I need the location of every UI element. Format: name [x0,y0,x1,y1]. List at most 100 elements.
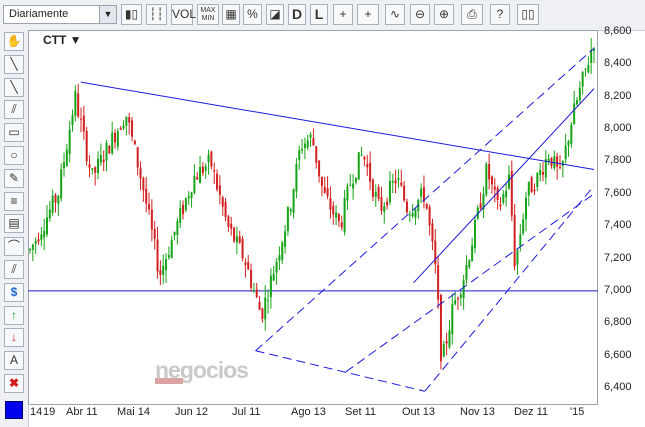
area-button[interactable]: ◪ [266,4,284,25]
candle-body [366,164,369,168]
color-swatch[interactable] [5,401,23,419]
candlestick-button[interactable]: ▮▯ [121,4,142,25]
candle-body [445,341,448,344]
candle-body [499,204,502,207]
text-tool-icon[interactable]: A [4,351,24,371]
chevron-down-icon[interactable]: ▼ [99,6,116,23]
candle-body [218,185,221,196]
candle-body [150,209,153,230]
grid-tool-icon[interactable]: ▤ [4,214,24,234]
print-button[interactable]: ⎙ [461,4,483,25]
percent-button[interactable]: % [243,4,262,25]
candle-body [153,229,156,239]
candle-body [431,223,434,242]
candle-body [411,213,414,217]
candle-body [136,147,139,168]
candle-body [575,100,578,105]
period-select[interactable]: Diariamente ▼ [3,5,117,24]
trendline-1 [255,47,595,352]
candle-body [77,93,80,117]
candle-body [587,65,590,73]
help-button[interactable]: ? [490,4,510,25]
ellipse-tool-icon[interactable]: ○ [4,146,24,165]
candle-body [578,87,581,101]
candle-body [269,275,272,297]
candle-body [63,162,66,169]
arc-tool-icon[interactable]: ⌒ [4,237,24,257]
candle-body [573,103,576,125]
candle-body [471,245,474,262]
zoom-in-button[interactable]: ⊕ [434,4,454,25]
up-arrow-tool-icon[interactable]: ↑ [4,305,24,325]
line-tool-icon[interactable]: ╲ [4,54,24,74]
candle-body [309,134,312,138]
vol-button[interactable]: VOL [171,4,196,25]
candle-body [116,131,119,147]
x-tick-label: Dez 11 [514,406,549,418]
candle-body [354,177,357,183]
candle-body [485,164,488,195]
rect-tool-icon[interactable]: ▭ [4,123,24,143]
candle-body [267,300,270,302]
crosshair2-button[interactable]: + [357,4,379,25]
delete-tool-icon[interactable]: ✖ [4,374,24,393]
ray-tool-icon[interactable]: ╲ [4,77,24,97]
fib-tool-icon[interactable]: ≡ [4,191,24,211]
candle-body [227,216,230,227]
x-tick-label: Out 13 [402,406,436,418]
y-tick-label: 6,600 [604,348,632,361]
x-tick-label: Abr 11 [66,406,98,418]
parallel-tool-icon[interactable]: ⫽ [4,100,24,120]
diag-tool-icon[interactable]: ⫽ [4,260,24,279]
candle-body [244,262,247,266]
d-button[interactable]: D [288,4,306,25]
trend-button[interactable]: ∿ [385,4,405,25]
dollar-tool-icon[interactable]: $ [4,282,24,302]
x-tick-label: 14 [30,406,43,418]
bars-button[interactable]: ┆┆ [146,4,167,25]
candle-body [303,143,306,149]
candle-body [156,239,159,272]
x-tick-label: Ago 13 [291,406,326,418]
ticker-selector[interactable]: CTT ▼ [43,33,82,47]
candle-body [238,236,241,243]
candle-body [343,197,346,233]
candle-body [564,145,567,160]
candle-body [204,166,207,171]
book-button[interactable]: ▯▯ [517,4,539,25]
candle-body [114,132,117,143]
candle-body [400,182,403,186]
candle-body [516,250,519,265]
candle-body [230,223,233,229]
pencil-tool-icon[interactable]: ✎ [4,168,24,188]
candle-body [340,222,343,228]
y-tick-label: 7,000 [604,283,632,296]
zoom-out-button[interactable]: ⊖ [410,4,430,25]
candle-body [60,169,63,199]
candle-body [442,343,445,357]
grid-button[interactable]: ▦ [222,4,240,25]
candle-body [88,164,91,168]
candle-body [337,214,340,222]
down-arrow-tool-icon[interactable]: ↓ [4,328,24,348]
candle-body [425,203,428,209]
candle-body [187,196,190,199]
candle-body [216,173,219,190]
l-button[interactable]: L [310,4,328,25]
candle-body [74,91,77,116]
candle-body [306,140,309,148]
price-chart[interactable] [28,30,598,405]
crosshair-button[interactable]: + [333,4,353,25]
maxmin-button[interactable]: MAX MIN [197,4,219,25]
candle-body [264,297,267,320]
hand-tool-icon[interactable]: ✋ [4,32,24,51]
x-tick-label: '15 [570,406,585,418]
candle-body [94,167,97,173]
candle-body [165,259,168,271]
chart-area[interactable] [28,30,598,405]
candle-body [281,242,284,261]
candle-body [139,168,142,179]
candle-body [173,231,176,236]
candle-body [91,168,94,170]
candle-body [128,117,131,123]
